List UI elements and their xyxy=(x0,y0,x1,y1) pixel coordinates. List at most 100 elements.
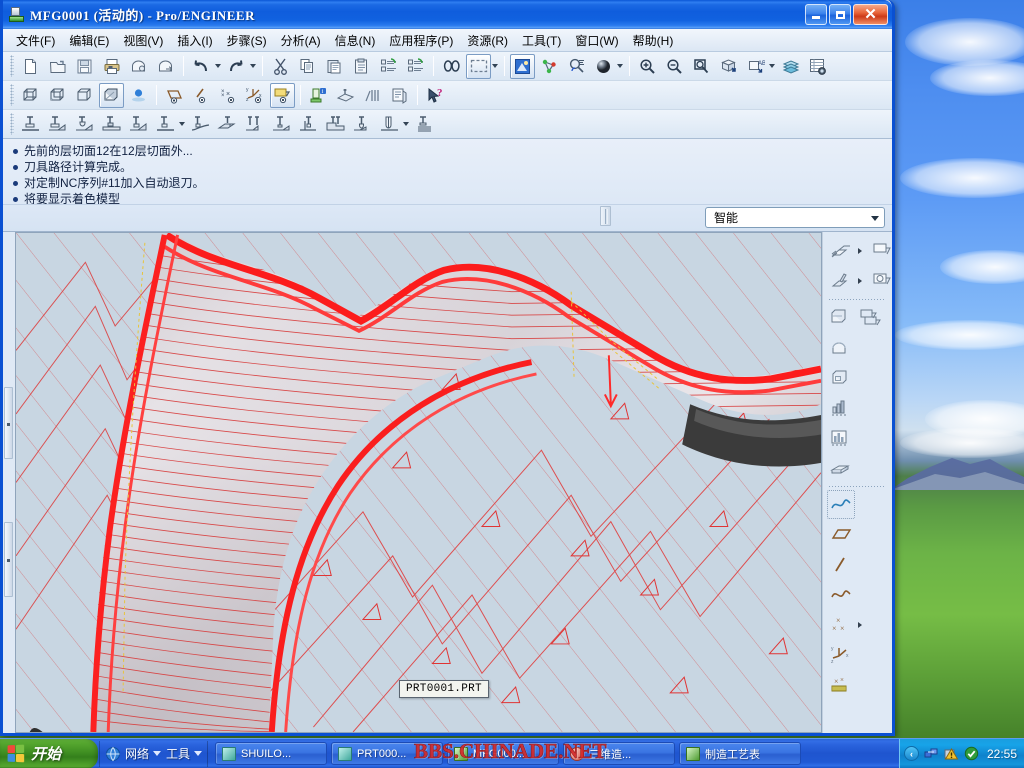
volume-mill-icon[interactable] xyxy=(45,112,70,137)
tray-expand-icon[interactable]: ‹ xyxy=(904,746,919,761)
cut-icon[interactable] xyxy=(268,54,293,79)
view-manager-icon[interactable] xyxy=(857,303,885,332)
cube-view-icon[interactable] xyxy=(827,363,855,392)
zoom-in-icon[interactable] xyxy=(635,54,660,79)
pocket-mill-icon[interactable] xyxy=(153,112,178,137)
close-button[interactable]: ✕ xyxy=(853,4,888,25)
refit-icon[interactable] xyxy=(689,54,714,79)
roughing-icon[interactable] xyxy=(323,112,348,137)
layer-ab-icon[interactable]: AB xyxy=(743,54,768,79)
quicklaunch-tools[interactable]: 工具 xyxy=(166,745,202,762)
menu-tools[interactable]: 工具(T) xyxy=(515,29,568,52)
engraving-icon[interactable] xyxy=(215,112,240,137)
sphere-shade-icon[interactable] xyxy=(591,54,616,79)
shading-icon[interactable] xyxy=(99,83,124,108)
task-mfg-process-table[interactable]: 制造工艺表 xyxy=(679,742,801,765)
shade-icon[interactable] xyxy=(510,54,535,79)
plunge-mill-icon[interactable] xyxy=(269,112,294,137)
open-folder-icon[interactable] xyxy=(45,54,70,79)
toolbar-grip[interactable] xyxy=(10,113,14,135)
chevron-down-icon[interactable] xyxy=(871,216,879,221)
menu-window[interactable]: 窗口(W) xyxy=(568,29,625,52)
task-shuilo[interactable]: SHUILO... xyxy=(215,742,327,765)
corner-finish-icon[interactable] xyxy=(296,112,321,137)
holemaking-icon[interactable] xyxy=(350,112,375,137)
menu-resources[interactable]: 资源(R) xyxy=(460,29,515,52)
points-display-caret[interactable] xyxy=(855,611,865,640)
window-titlebar[interactable]: MFG0001 (活动的) - Pro/ENGINEER ✕ xyxy=(3,0,892,29)
saved-view-icon[interactable] xyxy=(869,236,897,265)
network-tray-icon[interactable] xyxy=(924,746,939,761)
coord-system-icon[interactable]: yzx xyxy=(243,83,268,108)
hidden-line-icon[interactable] xyxy=(45,83,70,108)
layers-icon[interactable] xyxy=(778,54,803,79)
points-display-icon[interactable]: ××× xyxy=(827,610,855,639)
regenerate-icon[interactable] xyxy=(376,54,401,79)
undo-icon[interactable] xyxy=(189,54,214,79)
task-sanweizao[interactable]: 三维造... xyxy=(563,742,675,765)
datum-axis-icon[interactable] xyxy=(189,83,214,108)
security-tray-icon[interactable] xyxy=(964,746,979,761)
manufacture-info-icon[interactable]: i xyxy=(306,83,331,108)
quick-print-icon[interactable] xyxy=(126,54,151,79)
plane-display-icon[interactable] xyxy=(827,520,855,549)
display-style-icon[interactable] xyxy=(827,236,855,265)
turning-icon[interactable] xyxy=(412,112,437,137)
paste-icon[interactable] xyxy=(322,54,347,79)
selection-filter-combo[interactable]: 智能 xyxy=(705,207,885,228)
redo-icon[interactable] xyxy=(224,54,249,79)
profile-mill-icon[interactable] xyxy=(126,112,151,137)
measure-icon[interactable] xyxy=(564,54,589,79)
spline-display-icon[interactable] xyxy=(827,580,855,609)
mfg-report-icon[interactable] xyxy=(387,83,412,108)
curve-display-icon[interactable] xyxy=(827,490,855,519)
menu-file[interactable]: 文件(F) xyxy=(9,29,62,52)
context-help-icon[interactable]: ? xyxy=(423,83,448,108)
minimize-button[interactable] xyxy=(805,4,827,25)
no-hidden-icon[interactable] xyxy=(72,83,97,108)
csys-display-icon[interactable]: yzx xyxy=(827,640,855,669)
menu-view[interactable]: 视图(V) xyxy=(116,29,170,52)
regenerate-all-icon[interactable] xyxy=(403,54,428,79)
gauge-icon[interactable] xyxy=(360,83,385,108)
taskbar-clock[interactable]: 22:55 xyxy=(987,747,1017,761)
plane-tag-icon[interactable] xyxy=(270,83,295,108)
send-mail-icon[interactable] xyxy=(153,54,178,79)
find-icon[interactable] xyxy=(439,54,464,79)
datum-point-icon[interactable]: ××× xyxy=(216,83,241,108)
reorient-icon[interactable] xyxy=(716,54,741,79)
render-setup-caret[interactable] xyxy=(855,267,865,296)
new-file-icon[interactable] xyxy=(18,54,43,79)
trajectory-mill-icon[interactable] xyxy=(188,112,213,137)
datum-plane-icon[interactable] xyxy=(162,83,187,108)
menu-applications[interactable]: 应用程序(P) xyxy=(382,29,460,52)
thread-mill-icon[interactable] xyxy=(242,112,267,137)
task-prt000[interactable]: PRT000... xyxy=(331,742,443,765)
surface-mill-icon[interactable] xyxy=(99,112,124,137)
start-button[interactable]: 开始 xyxy=(0,739,98,768)
quicklaunch-network[interactable]: 网络 xyxy=(105,745,161,762)
chevron-down-icon[interactable] xyxy=(194,751,202,756)
dome-section-icon[interactable] xyxy=(827,333,855,362)
shade-with-reflection-icon[interactable] xyxy=(126,83,151,108)
select-box-icon[interactable] xyxy=(466,54,491,79)
material-icon[interactable] xyxy=(827,453,855,482)
menu-edit[interactable]: 编辑(E) xyxy=(62,29,116,52)
local-mill-icon[interactable] xyxy=(72,112,97,137)
section-box-icon[interactable] xyxy=(827,303,855,332)
maximize-button[interactable] xyxy=(829,4,851,25)
toolbar-grip[interactable] xyxy=(10,55,14,77)
model-tree-icon[interactable] xyxy=(805,54,830,79)
toolbar-grip[interactable] xyxy=(10,84,14,106)
menu-help[interactable]: 帮助(H) xyxy=(626,29,681,52)
menu-step[interactable]: 步骤(S) xyxy=(220,29,274,52)
zoom-out-icon[interactable] xyxy=(662,54,687,79)
wireframe-icon[interactable] xyxy=(18,83,43,108)
datum-points-icon[interactable] xyxy=(537,54,562,79)
display-style-caret[interactable] xyxy=(855,237,865,266)
menu-info[interactable]: 信息(N) xyxy=(328,29,383,52)
task-mfg000[interactable]: MFG000... xyxy=(447,742,559,765)
print-icon[interactable] xyxy=(99,54,124,79)
copy-icon[interactable] xyxy=(295,54,320,79)
named-view-icon[interactable] xyxy=(869,266,897,295)
